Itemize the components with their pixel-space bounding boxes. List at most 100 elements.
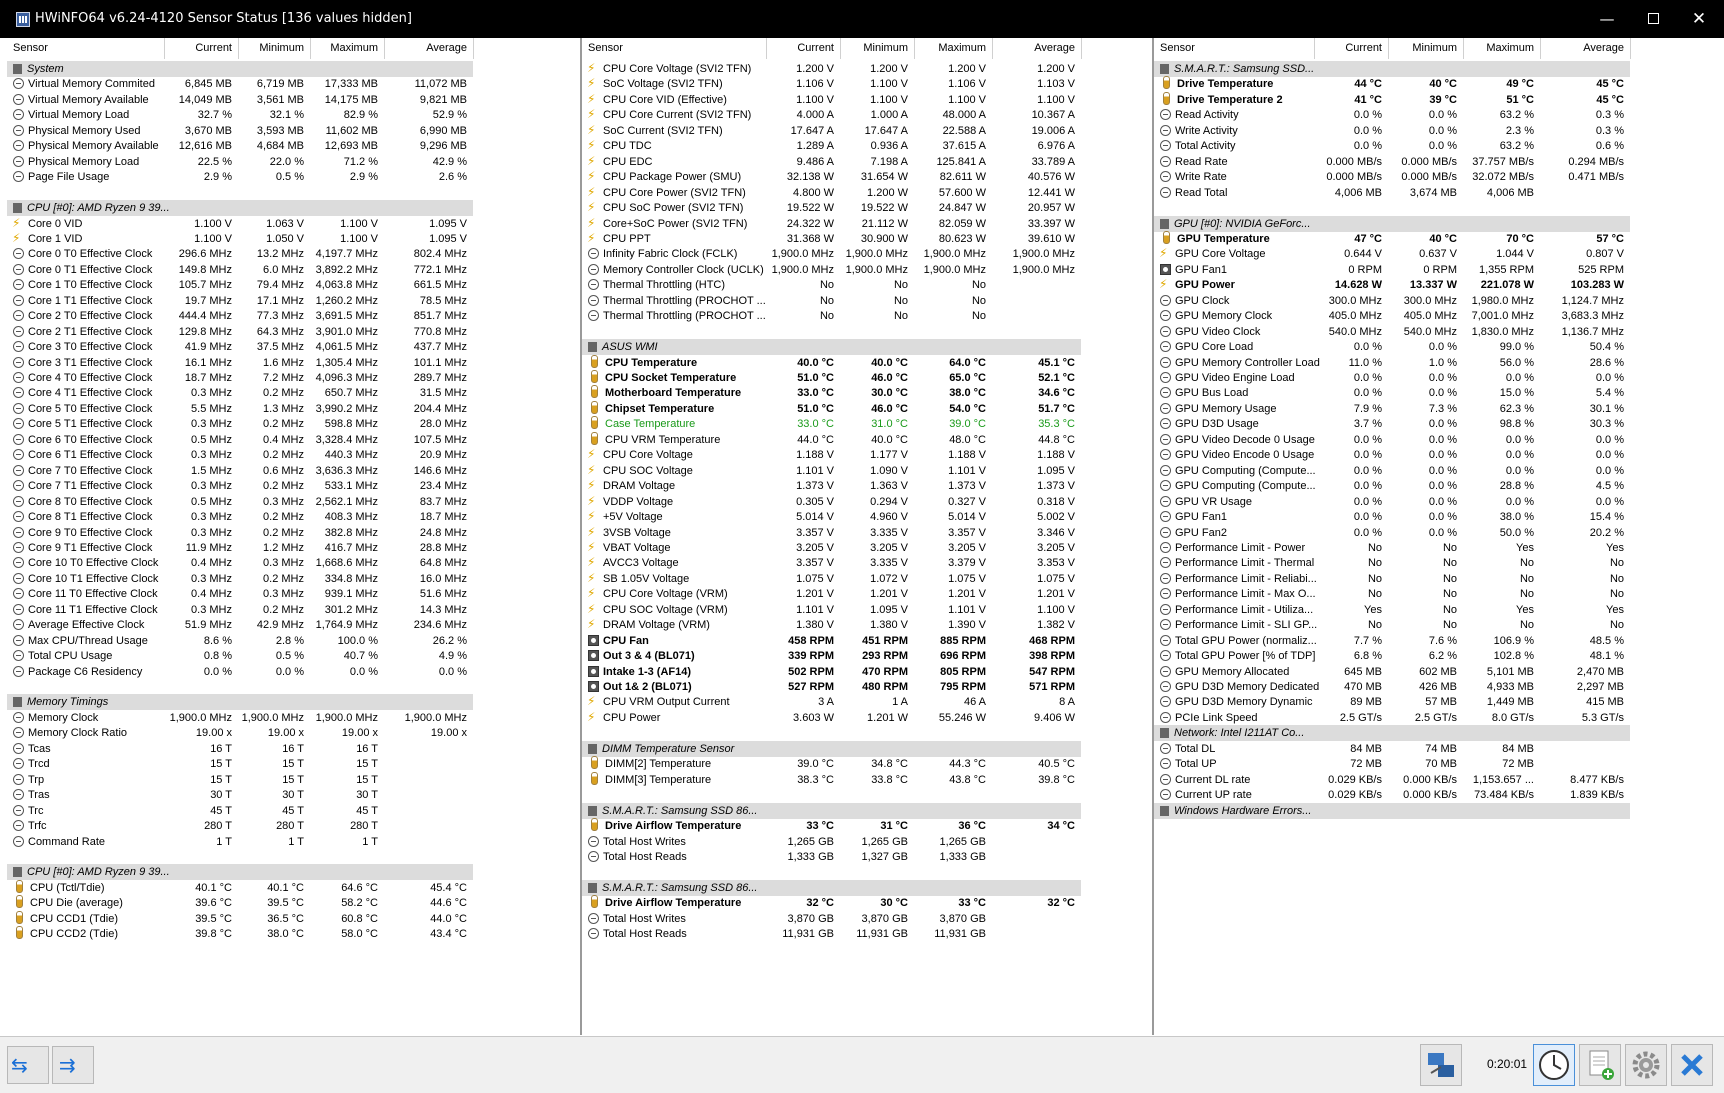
sensor-group-header[interactable]: System [7,61,473,77]
sensor-row[interactable]: CPU SoC Power (SVI2 TFN)19.522 W19.522 W… [582,199,1081,217]
sensor-row[interactable]: CPU Die (average) 39.6 °C 39.5 °C 58.2 °C 44… [7,895,473,912]
sensor-row[interactable]: CPU Core Current (SVI2 TFN)4.000 A1.000 … [582,106,1081,124]
sensor-row[interactable]: Core 1 T0 Effective Clock 105.7 MHz 79.4 M… [7,277,473,294]
sensor-row[interactable]: CPU TDC1.289 A0.936 A37.615 A6.976 A [582,137,1081,155]
sensor-row[interactable]: Performance Limit - SLI GP... No No No No [1154,617,1630,634]
column-divider[interactable] [766,38,767,59]
sensor-row[interactable]: Core 11 T0 Effective Clock 0.4 MHz 0.3 MHz… [7,586,473,603]
sensor-row[interactable]: Core 3 T1 Effective Clock 16.1 MHz 1.6 MHz… [7,355,473,372]
sensor-row[interactable]: Core 6 T0 Effective Clock 0.5 MHz 0.4 MHz 3… [7,432,473,449]
sensor-row[interactable]: Physical Memory Available 12,616 MB 4,684 … [7,138,473,155]
sensor-row[interactable]: Case Temperature 33.0 °C 31.0 °C 39.0 °C 35.… [582,416,1081,433]
reset-timer-button[interactable] [1533,1044,1575,1086]
close-sensors-button[interactable] [1671,1044,1713,1086]
sensor-row[interactable]: Core 5 T0 Effective Clock 5.5 MHz 1.3 MHz 3… [7,401,473,418]
sensor-row[interactable]: GPU Fan1 0.0 % 0.0 % 38.0 % 15.4 % [1154,509,1630,526]
sensor-row[interactable]: GPU Core Voltage0.644 V0.637 V1.044 V0.8… [1154,245,1630,263]
sensor-row[interactable]: Trp 15 T 15 T 15 T [7,772,473,789]
sensor-group-header[interactable]: S.M.A.R.T.: Samsung SSD 86... [582,879,1081,896]
sensor-row[interactable]: Core 5 T1 Effective Clock 0.3 MHz 0.2 MHz 5… [7,416,473,433]
sensor-group-header[interactable]: S.M.A.R.T.: Samsung SSD... [1154,61,1630,77]
sensor-row[interactable]: GPU Temperature 47 °C 40 °C 70 °C 57 °C [1154,230,1630,248]
sensor-row[interactable]: Core 8 T1 Effective Clock 0.3 MHz 0.2 MHz 4… [7,509,473,526]
close-window-button[interactable]: ✕ [1676,0,1722,38]
sensor-row[interactable]: Drive Temperature 2 41 °C 39 °C 51 °C 45 °C [1154,91,1630,109]
column-divider[interactable] [1540,38,1541,59]
sensor-row[interactable]: GPU Bus Load 0.0 % 0.0 % 15.0 % 5.4 % [1154,385,1630,402]
sensor-row[interactable]: CPU SOC Voltage1.101 V1.090 V1.101 V1.09… [582,462,1081,480]
sensor-row[interactable]: Core 10 T0 Effective Clock 0.4 MHz 0.3 MHz… [7,555,473,572]
sensor-row[interactable]: AVCC3 Voltage3.357 V3.335 V3.379 V3.353 … [582,554,1081,572]
column-maximum[interactable]: Maximum [906,42,986,54]
sensor-row[interactable]: Motherboard Temperature 33.0 °C 30.0 °C 38.… [582,385,1081,402]
sensor-row[interactable]: GPU Computing (Compute... 0.0 % 0.0 % 0.0 %… [1154,463,1630,480]
sensor-row[interactable]: Core 2 T1 Effective Clock 129.8 MHz 64.3 M… [7,324,473,341]
sensor-row[interactable]: GPU Core Load 0.0 % 0.0 % 99.0 % 50.4 % [1154,339,1630,356]
save-report-button[interactable] [1579,1044,1621,1086]
sensor-row[interactable]: GPU D3D Memory Dedicated 470 MB 426 MB 4,93… [1154,679,1630,696]
sensor-row[interactable]: Out 3 & 4 (BL071) 339 RPM 293 RPM 696 RPM 39… [582,648,1081,665]
sensor-row[interactable]: Performance Limit - Utiliza... Yes No Yes Ye… [1154,602,1630,619]
sensor-group-header[interactable]: S.M.A.R.T.: Samsung SSD 86... [582,802,1081,819]
sensor-row[interactable]: CPU Core Voltage (SVI2 TFN) 1.200 V 1.200 … [582,60,1081,78]
sensor-row[interactable]: Performance Limit - Reliabi... No No No No [1154,571,1630,588]
column-sensor[interactable]: Sensor [588,42,623,54]
sensor-row[interactable]: Write Activity 0.0 % 0.0 % 2.3 % 0.3 % [1154,123,1630,140]
sensor-row[interactable]: Drive Airflow Temperature 33 °C 31 °C 36 °C… [582,818,1081,835]
sensor-row[interactable]: PCIe Link Speed 2.5 GT/s 2.5 GT/s 8.0 GT/s 5… [1154,710,1630,727]
navigate-left-right-button[interactable]: ⇆ [7,1046,49,1084]
sensor-row[interactable]: GPU Computing (Compute... 0.0 % 0.0 % 28.8 … [1154,478,1630,495]
sensor-row[interactable]: Core 1 VID1.100 V1.050 V1.100 V1.095 V [7,230,473,248]
sensor-row[interactable]: Core 7 T1 Effective Clock 0.3 MHz 0.2 MHz 5… [7,478,473,495]
sensor-row[interactable]: 3VSB Voltage3.357 V3.335 V3.357 V3.346 V [582,524,1081,542]
sensor-row[interactable]: Core 7 T0 Effective Clock 1.5 MHz 0.6 MHz 3… [7,463,473,480]
sensor-row[interactable]: Package C6 Residency 0.0 % 0.0 % 0.0 % 0.0 % [7,664,473,681]
sensor-row[interactable]: CPU Core Power (SVI2 TFN)4.800 W1.200 W5… [582,184,1081,202]
sensor-row[interactable]: Physical Memory Load 22.5 % 22.0 % 71.2 % 42… [7,154,473,171]
sensor-row[interactable]: Virtual Memory Commited 6,845 MB 6,719 MB 1… [7,76,473,93]
sensor-panel-1[interactable]: Sensor Current Minimum Maximum Average System… [7,38,580,1035]
sensor-row[interactable]: CPU CCD1 (Tdie) 39.5 °C 36.5 °C 60.8 °C 44.0… [7,910,473,928]
sensor-row[interactable]: Total CPU Usage 0.8 % 0.5 % 40.7 % 4.9 % [7,648,473,665]
sensor-group-header[interactable]: ASUS WMI [582,339,1081,356]
sensor-row[interactable]: GPU D3D Usage 3.7 % 0.0 % 98.8 % 30.3 % [1154,416,1630,433]
sensor-row[interactable]: Out 1& 2 (BL071) 527 RPM 480 RPM 795 RPM 571… [582,679,1081,696]
settings-button[interactable] [1625,1044,1667,1086]
sensor-row[interactable]: Virtual Memory Load 32.7 % 32.1 % 82.9 % 52.… [7,107,473,124]
sensor-group-header[interactable]: CPU [#0]: AMD Ryzen 9 39... [7,864,473,881]
sensor-row[interactable]: Intake 1-3 (AF14) 502 RPM 470 RPM 805 RPM 54… [582,664,1081,681]
column-minimum[interactable]: Minimum [224,42,304,54]
sensor-row[interactable]: Read Rate 0.000 MB/s 0.000 MB/s 37.757 MB/s… [1154,154,1630,171]
sensor-row[interactable]: CPU VRM Temperature 44.0 °C 40.0 °C 48.0 °C… [582,431,1081,449]
sensor-row[interactable]: Max CPU/Thread Usage 8.6 % 2.8 % 100.0 % 26.… [7,633,473,650]
sensor-row[interactable]: CPU Temperature 40.0 °C 40.0 °C 64.0 °C 45.1… [582,354,1081,372]
column-divider[interactable] [473,38,474,59]
sensor-row[interactable]: CPU EDC9.486 A7.198 A125.841 A33.789 A [582,153,1081,171]
sensor-row[interactable]: Trcd 15 T 15 T 15 T [7,756,473,773]
column-divider[interactable] [992,38,993,59]
column-maximum[interactable]: Maximum [1454,42,1534,54]
sensor-group-header[interactable]: GPU [#0]: NVIDIA GeForc... [1154,215,1630,232]
sensor-row[interactable]: Total Host Reads 11,931 GB 11,931 GB 11,931… [582,926,1081,943]
sensor-row[interactable]: GPU Video Decode 0 Usage 0.0 % 0.0 % 0.0 % 0… [1154,432,1630,449]
navigate-panels-button[interactable]: ⇉ [52,1046,94,1084]
sensor-row[interactable]: VBAT Voltage3.205 V3.205 V3.205 V3.205 V [582,539,1081,557]
sensor-row[interactable]: DRAM Voltage (VRM)1.380 V1.380 V1.390 V1… [582,616,1081,634]
sensor-group-header[interactable]: Network: Intel I211AT Co... [1154,725,1630,742]
sensor-row[interactable]: CPU CCD2 (Tdie) 39.8 °C 38.0 °C 58.0 °C 43.4… [7,926,473,943]
sensor-row[interactable]: Page File Usage 2.9 % 0.5 % 2.9 % 2.6 % [7,169,473,186]
column-divider[interactable] [914,38,915,59]
sensor-row[interactable]: Current DL rate 0.029 KB/s 0.000 KB/s 1,153… [1154,772,1630,789]
sensor-row[interactable]: Total Activity 0.0 % 0.0 % 63.2 % 0.6 % [1154,138,1630,155]
sensor-group-header[interactable]: Windows Hardware Errors... [1154,802,1630,819]
column-average[interactable]: Average [387,42,467,54]
column-divider[interactable] [238,38,239,59]
sensor-panel-3[interactable]: Sensor Current Minimum Maximum Average S.M.A.… [1152,38,1724,1035]
sensor-row[interactable]: Core 10 T1 Effective Clock 0.3 MHz 0.2 MHz… [7,571,473,588]
sensor-row[interactable]: Total Host Reads 1,333 GB 1,327 GB 1,333 GB [582,849,1081,866]
sensor-row[interactable]: Core 9 T1 Effective Clock 11.9 MHz 1.2 MHz… [7,540,473,557]
sensor-row[interactable]: Total DL 84 MB 74 MB 84 MB [1154,741,1630,758]
column-divider[interactable] [1081,38,1082,59]
sensor-row[interactable]: GPU Memory Allocated 645 MB 602 MB 5,101 MB… [1154,664,1630,681]
sensor-row[interactable]: Write Rate 0.000 MB/s 0.000 MB/s 32.072 MB/… [1154,169,1630,186]
